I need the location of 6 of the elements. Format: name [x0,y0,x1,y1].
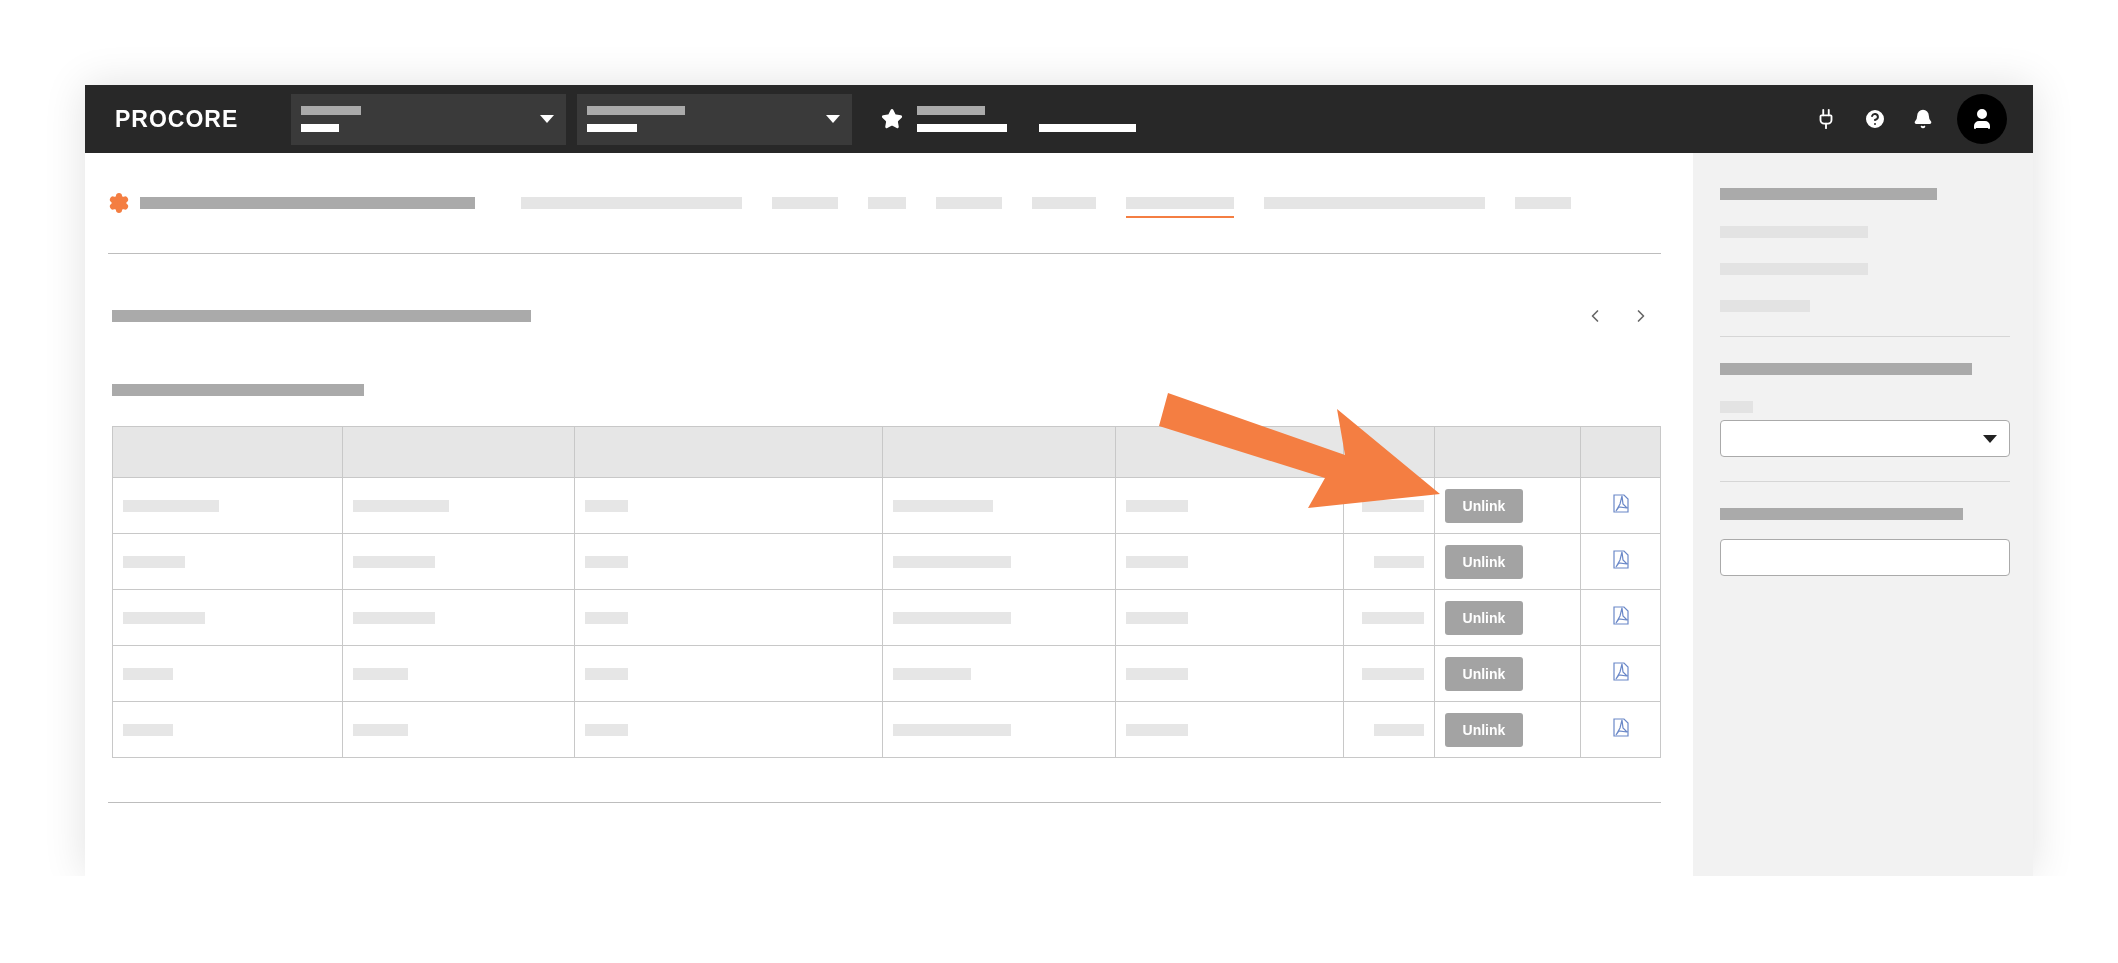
unlink-button[interactable]: Unlink [1444,600,1523,635]
unlink-button[interactable]: Unlink [1444,656,1523,691]
unlink-button[interactable]: Unlink [1444,712,1523,747]
logo[interactable]: PROCORE [115,105,291,133]
unlink-button[interactable]: Unlink [1444,488,1523,523]
unlink-button[interactable]: Unlink [1444,544,1523,579]
